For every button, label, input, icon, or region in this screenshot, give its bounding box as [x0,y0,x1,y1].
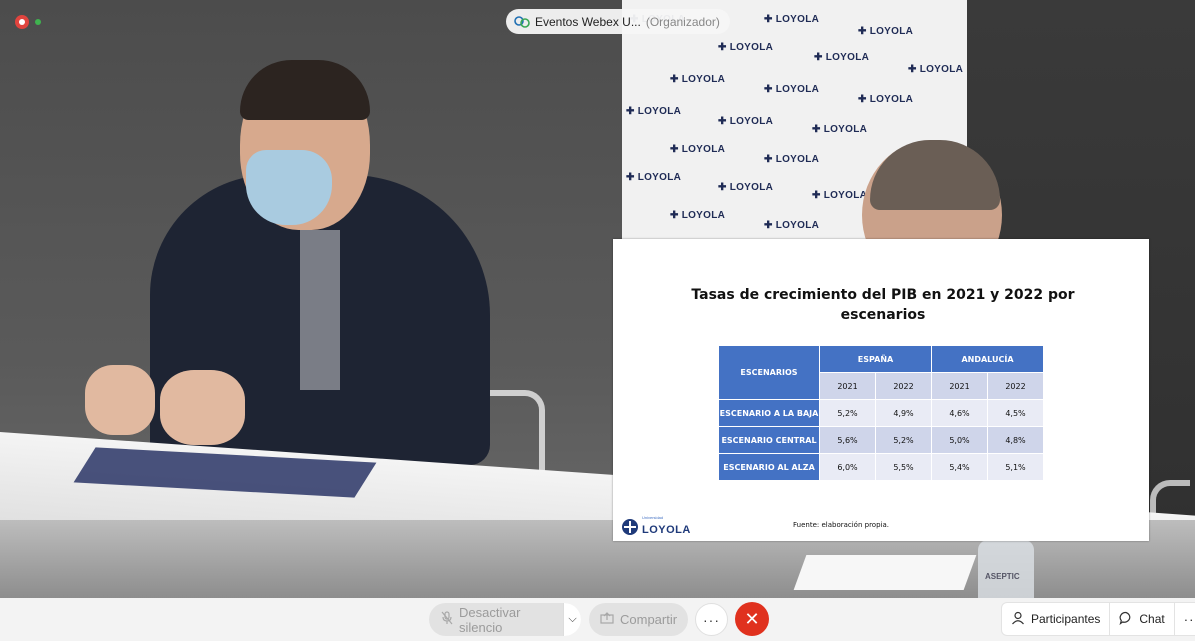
table-cell: 5,4% [931,453,988,481]
unmute-button[interactable]: Desactivar silencio ⌵ [429,603,581,636]
table-cell: 4,8% [987,426,1044,454]
table-cell: 4,5% [987,399,1044,427]
meeting-control-bar: Desactivar silencio ⌵ Compartir ··· ✕ Pa… [0,598,1195,641]
share-button[interactable]: Compartir [589,603,688,636]
speaker-1-hand [160,370,245,445]
chat-label: Chat [1139,612,1165,626]
backdrop-logo: LOYOLA [718,42,773,53]
table-row: ESCENARIO CENTRAL 5,6% 5,2% 5,0% 4,8% [718,426,1044,454]
end-call-button[interactable]: ✕ [735,602,769,636]
backdrop-logo: LOYOLA [764,220,819,231]
backdrop-logo: LOYOLA [670,144,725,155]
meeting-title: Eventos Webex U... [535,14,641,29]
backdrop-logo: LOYOLA [626,106,681,117]
panel-buttons: Participantes Chat ··· [1001,602,1195,636]
speaker-1-tie [300,230,340,390]
status-dot-icon [35,19,41,25]
recording-icon[interactable] [15,15,29,29]
participants-button[interactable]: Participantes [1002,603,1111,635]
backdrop-logo: LOYOLA [626,172,681,183]
table-cell: 4,6% [931,399,988,427]
table-year-header: 2022 [875,372,932,400]
share-icon [600,612,614,627]
backdrop-logo: LOYOLA [764,14,819,25]
table-cell: 5,0% [931,426,988,454]
row-label: ESCENARIO AL ALZA [718,453,820,481]
backdrop-logo: LOYOLA [908,64,963,75]
person-icon [1011,611,1025,628]
slide-title: Tasas de crecimiento del PIB en 2021 y 2… [613,285,1153,325]
table-cell: 5,1% [987,453,1044,481]
backdrop-logo: LOYOLA [764,84,819,95]
table-cell: 5,5% [875,453,932,481]
table-cell: 5,2% [819,399,876,427]
slide-source-note: Fuente: elaboración propia. [793,521,889,529]
unmute-main[interactable]: Desactivar silencio [429,603,563,636]
shared-slide: Tasas de crecimiento del PIB en 2021 y 2… [613,239,1149,541]
microphone-icon [441,611,453,628]
table-group-header: ANDALUCÍA [931,345,1044,373]
loyola-cross-icon [621,518,639,536]
table-cell: 4,9% [875,399,932,427]
table-year-header: 2022 [987,372,1044,400]
backdrop-logo: LOYOLA [718,182,773,193]
backdrop-logo: LOYOLA [764,154,819,165]
unmute-label: Desactivar silencio [459,604,521,635]
table-group-header: ESPAÑA [819,345,932,373]
table-cell: 5,2% [875,426,932,454]
share-label: Compartir [620,612,678,627]
meeting-role: (Organizador) [645,14,720,29]
table-row: ESCENARIO AL ALZA 6,0% 5,5% 5,4% 5,1% [718,453,1044,481]
logo-title: LOYOLA [642,524,691,536]
close-icon: ✕ [744,608,760,629]
backdrop-logo: LOYOLA [814,52,869,63]
face-mask [246,150,332,225]
table-corner-header: ESCENARIOS [718,345,820,400]
backdrop-logo: LOYOLA [812,190,867,201]
meeting-title-pill[interactable]: Eventos Webex U... (Organizador) [506,9,730,34]
slide-title-line-2: escenarios [840,307,926,323]
backdrop-logo: LOYOLA [718,116,773,127]
sanitizer-bottle [978,540,1034,598]
backdrop-logo: LOYOLA [670,74,725,85]
participants-label: Participantes [1031,612,1101,626]
gdp-table: ESCENARIOS ESPAÑA ANDALUCÍA 2021 2022 20… [718,345,1044,481]
webex-icon [514,15,530,29]
speaker-1-hair [240,60,370,120]
backdrop-logo: LOYOLA [670,210,725,221]
slide-title-line-1: Tasas de crecimiento del PIB en 2021 y 2… [691,287,1075,303]
university-logo: Universidad LOYOLA [621,515,691,538]
backdrop-logo: LOYOLA [858,94,913,105]
backdrop-logo: LOYOLA [858,26,913,37]
table-year-header: 2021 [931,372,988,400]
row-label: ESCENARIO CENTRAL [718,426,820,454]
table-cell: 6,0% [819,453,876,481]
backdrop-logo: LOYOLA [812,124,867,135]
speaker-1-hand [85,365,155,435]
panel-more-button[interactable]: ··· [1175,603,1195,635]
table-year-header: 2021 [819,372,876,400]
table-row: ESCENARIO A LA BAJA 5,2% 4,9% 4,6% 4,5% [718,399,1044,427]
chevron-down-icon[interactable]: ⌵ [563,603,581,636]
chat-button[interactable]: Chat [1110,603,1175,635]
chat-bubble-icon [1119,611,1133,628]
papers [793,555,977,590]
logo-subtitle: Universidad [642,515,664,520]
table-cell: 5,6% [819,426,876,454]
bottle-label: ASEPTIC [985,572,1020,581]
row-label: ESCENARIO A LA BAJA [718,399,820,427]
more-options-button[interactable]: ··· [695,603,728,636]
